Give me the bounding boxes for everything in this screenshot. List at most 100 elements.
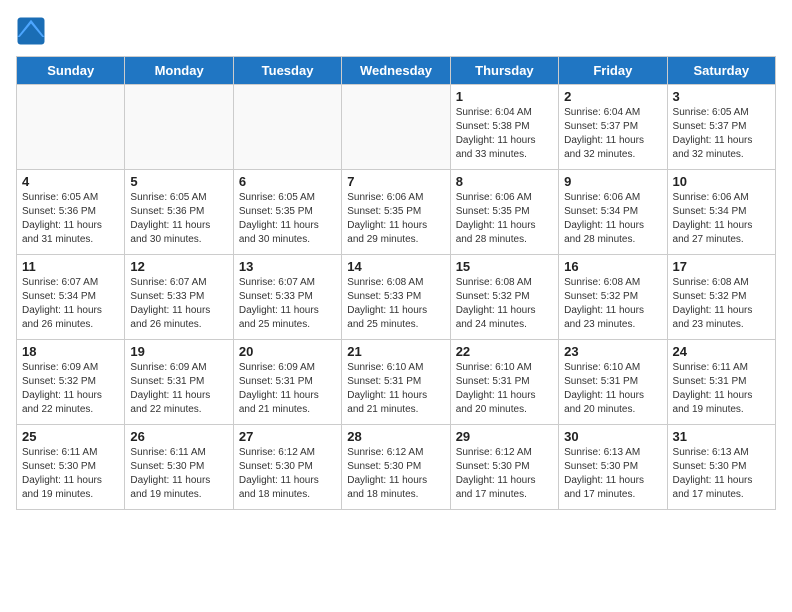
day-number: 18 [22, 344, 119, 359]
day-number: 5 [130, 174, 227, 189]
day-info: Sunrise: 6:04 AMSunset: 5:38 PMDaylight:… [456, 106, 553, 162]
day-number: 14 [347, 259, 444, 274]
calendar-week-2: 4 Sunrise: 6:05 AMSunset: 5:36 PMDaylight… [17, 170, 776, 255]
calendar-cell [17, 85, 125, 170]
day-info: Sunrise: 6:08 AMSunset: 5:32 PMDaylight:… [564, 276, 661, 332]
calendar-cell: 23 Sunrise: 6:10 AMSunset: 5:31 PMDayligh… [559, 340, 667, 425]
calendar-cell: 28 Sunrise: 6:12 AMSunset: 5:30 PMDayligh… [342, 425, 450, 510]
calendar-header-row: SundayMondayTuesdayWednesdayThursdayFrid… [17, 57, 776, 85]
day-number: 15 [456, 259, 553, 274]
calendar-cell: 15 Sunrise: 6:08 AMSunset: 5:32 PMDayligh… [450, 255, 558, 340]
day-info: Sunrise: 6:10 AMSunset: 5:31 PMDaylight:… [564, 361, 661, 417]
day-info: Sunrise: 6:11 AMSunset: 5:30 PMDaylight:… [22, 446, 119, 502]
page-header [16, 16, 776, 46]
calendar-cell: 30Sunrise: 6:13 AMSunset: 5:30 PMDayligh… [559, 425, 667, 510]
calendar-cell: 9Sunrise: 6:06 AMSunset: 5:34 PMDaylight… [559, 170, 667, 255]
day-number: 10 [673, 174, 770, 189]
calendar-cell: 19 Sunrise: 6:09 AMSunset: 5:31 PMDayligh… [125, 340, 233, 425]
calendar-cell: 5 Sunrise: 6:05 AMSunset: 5:36 PMDaylight… [125, 170, 233, 255]
day-number: 23 [564, 344, 661, 359]
day-number: 31 [673, 429, 770, 444]
day-info: Sunrise: 6:07 AMSunset: 5:33 PMDaylight:… [130, 276, 227, 332]
day-number: 29 [456, 429, 553, 444]
logo [16, 16, 50, 46]
day-number: 16 [564, 259, 661, 274]
day-info: Sunrise: 6:13 AMSunset: 5:30 PMDaylight:… [673, 446, 770, 502]
calendar-cell: 14 Sunrise: 6:08 AMSunset: 5:33 PMDayligh… [342, 255, 450, 340]
day-info: Sunrise: 6:12 AMSunset: 5:30 PMDaylight:… [347, 446, 444, 502]
calendar-cell: 31 Sunrise: 6:13 AMSunset: 5:30 PMDayligh… [667, 425, 775, 510]
day-info: Sunrise: 6:11 AMSunset: 5:31 PMDaylight:… [673, 361, 770, 417]
day-number: 28 [347, 429, 444, 444]
day-number: 1 [456, 89, 553, 104]
day-number: 9 [564, 174, 661, 189]
calendar-cell: 22 Sunrise: 6:10 AMSunset: 5:31 PMDayligh… [450, 340, 558, 425]
day-info: Sunrise: 6:12 AMSunset: 5:30 PMDaylight:… [456, 446, 553, 502]
day-info: Sunrise: 6:06 AMSunset: 5:35 PMDaylight:… [456, 191, 553, 247]
calendar-cell: 10 Sunrise: 6:06 AMSunset: 5:34 PMDayligh… [667, 170, 775, 255]
day-info: Sunrise: 6:10 AMSunset: 5:31 PMDaylight:… [347, 361, 444, 417]
day-info: Sunrise: 6:07 AMSunset: 5:33 PMDaylight:… [239, 276, 336, 332]
calendar-cell: 3 Sunrise: 6:05 AMSunset: 5:37 PMDaylight… [667, 85, 775, 170]
day-number: 20 [239, 344, 336, 359]
day-info: Sunrise: 6:08 AMSunset: 5:33 PMDaylight:… [347, 276, 444, 332]
day-info: Sunrise: 6:07 AMSunset: 5:34 PMDaylight:… [22, 276, 119, 332]
calendar-table: SundayMondayTuesdayWednesdayThursdayFrid… [16, 56, 776, 510]
calendar-cell: 11 Sunrise: 6:07 AMSunset: 5:34 PMDayligh… [17, 255, 125, 340]
calendar-week-1: 1 Sunrise: 6:04 AMSunset: 5:38 PMDaylight… [17, 85, 776, 170]
calendar-cell: 4 Sunrise: 6:05 AMSunset: 5:36 PMDaylight… [17, 170, 125, 255]
day-number: 26 [130, 429, 227, 444]
day-number: 17 [673, 259, 770, 274]
day-info: Sunrise: 6:09 AMSunset: 5:31 PMDaylight:… [130, 361, 227, 417]
day-info: Sunrise: 6:12 AMSunset: 5:30 PMDaylight:… [239, 446, 336, 502]
logo-icon [16, 16, 46, 46]
calendar-cell: 8 Sunrise: 6:06 AMSunset: 5:35 PMDaylight… [450, 170, 558, 255]
calendar-cell: 27Sunrise: 6:12 AMSunset: 5:30 PMDayligh… [233, 425, 341, 510]
calendar-cell: 26 Sunrise: 6:11 AMSunset: 5:30 PMDayligh… [125, 425, 233, 510]
day-header-friday: Friday [559, 57, 667, 85]
calendar-cell: 12 Sunrise: 6:07 AMSunset: 5:33 PMDayligh… [125, 255, 233, 340]
calendar-cell: 25 Sunrise: 6:11 AMSunset: 5:30 PMDayligh… [17, 425, 125, 510]
calendar-week-4: 18Sunrise: 6:09 AMSunset: 5:32 PMDayligh… [17, 340, 776, 425]
day-number: 8 [456, 174, 553, 189]
day-info: Sunrise: 6:06 AMSunset: 5:34 PMDaylight:… [673, 191, 770, 247]
day-number: 12 [130, 259, 227, 274]
day-number: 3 [673, 89, 770, 104]
calendar-week-3: 11 Sunrise: 6:07 AMSunset: 5:34 PMDayligh… [17, 255, 776, 340]
calendar-cell: 1 Sunrise: 6:04 AMSunset: 5:38 PMDaylight… [450, 85, 558, 170]
calendar-cell: 17 Sunrise: 6:08 AMSunset: 5:32 PMDayligh… [667, 255, 775, 340]
calendar-cell: 16 Sunrise: 6:08 AMSunset: 5:32 PMDayligh… [559, 255, 667, 340]
day-header-tuesday: Tuesday [233, 57, 341, 85]
day-number: 25 [22, 429, 119, 444]
calendar-cell: 2 Sunrise: 6:04 AMSunset: 5:37 PMDaylight… [559, 85, 667, 170]
day-header-sunday: Sunday [17, 57, 125, 85]
calendar-cell: 13 Sunrise: 6:07 AMSunset: 5:33 PMDayligh… [233, 255, 341, 340]
day-info: Sunrise: 6:10 AMSunset: 5:31 PMDaylight:… [456, 361, 553, 417]
day-header-wednesday: Wednesday [342, 57, 450, 85]
calendar-cell: 20Sunrise: 6:09 AMSunset: 5:31 PMDayligh… [233, 340, 341, 425]
day-info: Sunrise: 6:05 AMSunset: 5:36 PMDaylight:… [22, 191, 119, 247]
day-number: 11 [22, 259, 119, 274]
day-info: Sunrise: 6:05 AMSunset: 5:37 PMDaylight:… [673, 106, 770, 162]
day-header-thursday: Thursday [450, 57, 558, 85]
day-info: Sunrise: 6:04 AMSunset: 5:37 PMDaylight:… [564, 106, 661, 162]
calendar-cell: 7Sunrise: 6:06 AMSunset: 5:35 PMDaylight… [342, 170, 450, 255]
day-number: 4 [22, 174, 119, 189]
day-info: Sunrise: 6:08 AMSunset: 5:32 PMDaylight:… [456, 276, 553, 332]
day-number: 22 [456, 344, 553, 359]
day-info: Sunrise: 6:05 AMSunset: 5:36 PMDaylight:… [130, 191, 227, 247]
day-number: 6 [239, 174, 336, 189]
day-number: 13 [239, 259, 336, 274]
day-info: Sunrise: 6:05 AMSunset: 5:35 PMDaylight:… [239, 191, 336, 247]
day-info: Sunrise: 6:11 AMSunset: 5:30 PMDaylight:… [130, 446, 227, 502]
day-number: 21 [347, 344, 444, 359]
calendar-week-5: 25 Sunrise: 6:11 AMSunset: 5:30 PMDayligh… [17, 425, 776, 510]
calendar-cell: 24 Sunrise: 6:11 AMSunset: 5:31 PMDayligh… [667, 340, 775, 425]
day-number: 2 [564, 89, 661, 104]
day-info: Sunrise: 6:08 AMSunset: 5:32 PMDaylight:… [673, 276, 770, 332]
calendar-cell [342, 85, 450, 170]
day-number: 24 [673, 344, 770, 359]
calendar-cell: 29 Sunrise: 6:12 AMSunset: 5:30 PMDayligh… [450, 425, 558, 510]
calendar-cell [125, 85, 233, 170]
day-number: 19 [130, 344, 227, 359]
